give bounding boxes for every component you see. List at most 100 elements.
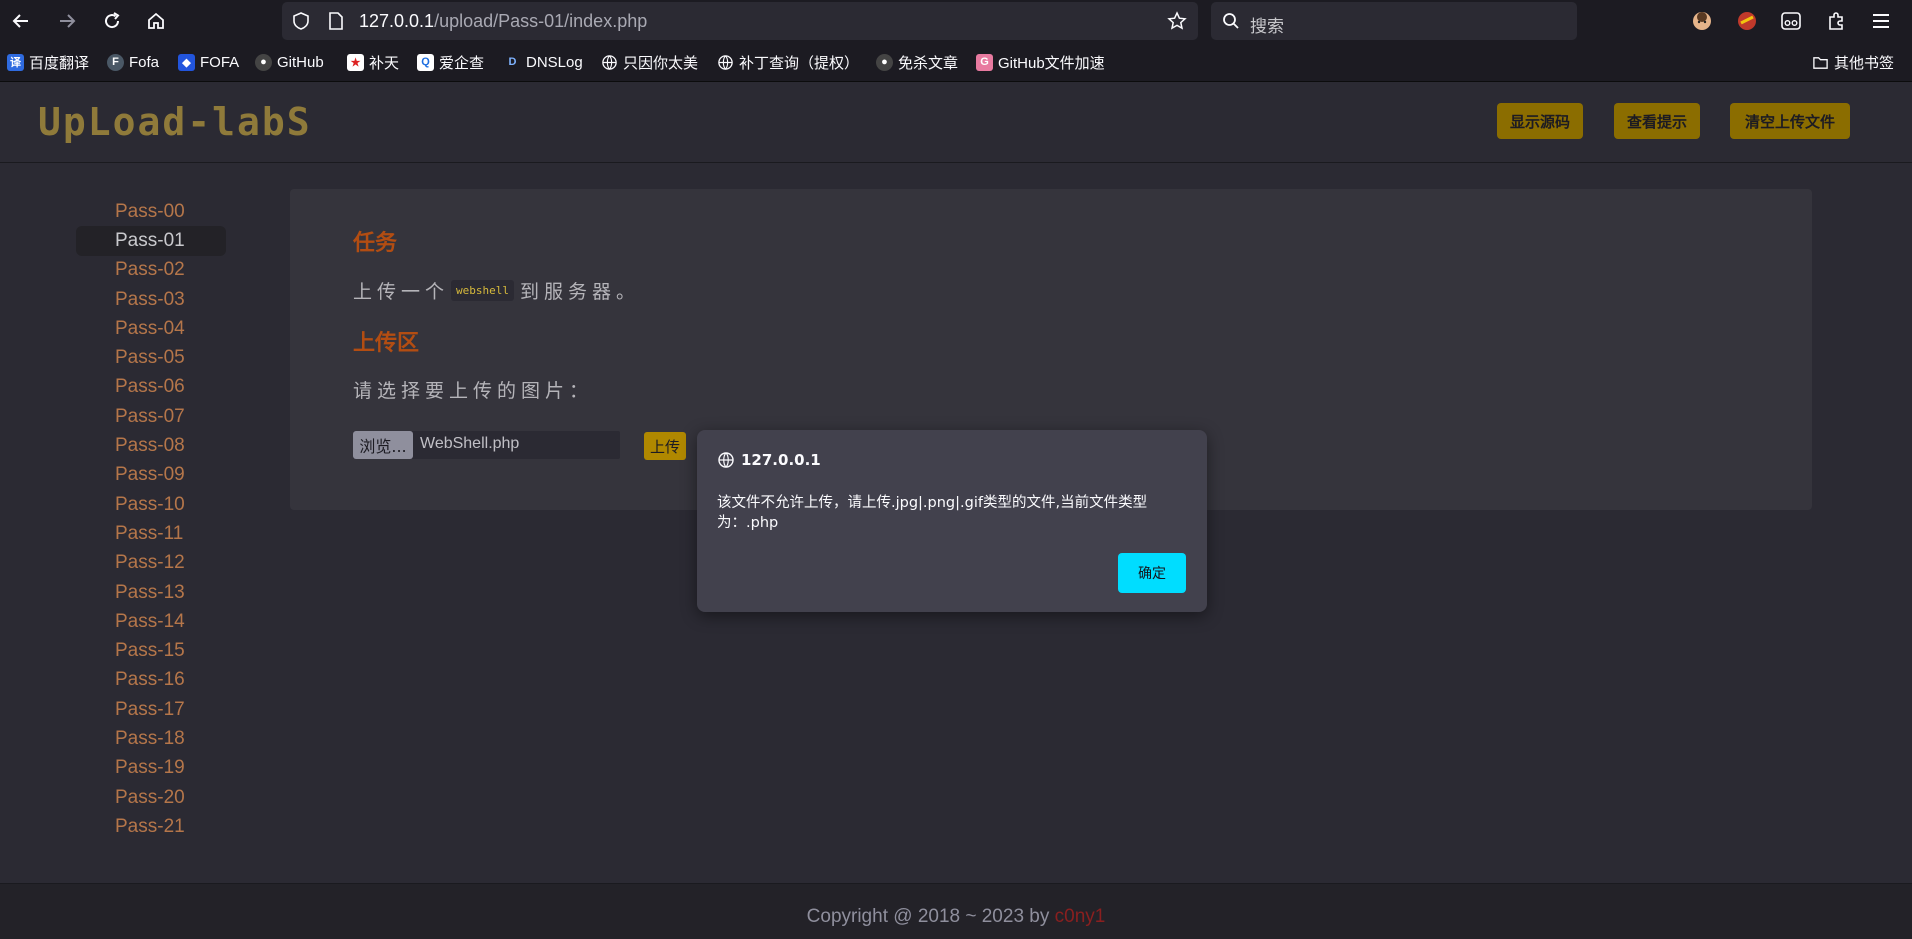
clear-uploads-button[interactable]: 清空上传文件 (1730, 103, 1850, 139)
url-host: 127.0.0.1 (359, 11, 435, 31)
sidebar-item-pass-14[interactable]: Pass-14 (76, 607, 226, 636)
task-description: 上传一个 webshell 到服务器。 (353, 277, 640, 304)
sidebar-item-pass-05[interactable]: Pass-05 (76, 343, 226, 372)
search-icon (1223, 13, 1239, 29)
globe-icon (602, 54, 617, 70)
bookmark-label: GitHub (277, 53, 324, 71)
bookmark-star-icon[interactable] (1167, 11, 1187, 31)
selected-file-name: WebShell.php (420, 435, 520, 452)
page-header: UpLoad-labS 显示源码 查看提示 清空上传文件 (0, 82, 1912, 163)
bookmark-label: 免杀文章 (898, 54, 959, 72)
extension-avatar-2[interactable] (1734, 8, 1760, 34)
author-link[interactable]: c0ny1 (1055, 906, 1106, 927)
dnslog-icon: D (508, 56, 517, 68)
bookmark-github[interactable]: ● GitHub (255, 51, 324, 73)
fofa-icon: F (107, 53, 124, 71)
sidebar-item-pass-03[interactable]: Pass-03 (76, 285, 226, 314)
sidebar-item-pass-19[interactable]: Pass-19 (76, 754, 226, 783)
sidebar-item-pass-15[interactable]: Pass-15 (76, 636, 226, 665)
aiqicha-icon: Q (417, 53, 434, 71)
sidebar-item-pass-06[interactable]: Pass-06 (76, 373, 226, 402)
file-input[interactable]: 浏览... WebShell.php (353, 431, 620, 459)
show-source-button[interactable]: 显示源码 (1497, 103, 1583, 139)
hamburger-menu-icon (1873, 14, 1889, 28)
pass-sidebar: Pass-00 Pass-01 Pass-02 Pass-03 Pass-04 … (76, 197, 226, 842)
sidebar-item-pass-18[interactable]: Pass-18 (76, 724, 226, 753)
bookmark-butian[interactable]: ★ 补天 (347, 51, 399, 73)
globe-icon (718, 54, 733, 70)
sidebar-item-pass-04[interactable]: Pass-04 (76, 314, 226, 343)
bookmark-mianshafa[interactable]: ● 免杀文章 (876, 51, 958, 73)
sidebar-item-pass-02[interactable]: Pass-02 (76, 256, 226, 285)
forward-button[interactable] (50, 4, 84, 38)
sidebar-item-pass-20[interactable]: Pass-20 (76, 783, 226, 812)
bookmark-dnslog[interactable]: D DNSLog (504, 51, 583, 73)
globe-icon (718, 452, 734, 468)
page-footer: Copyright @ 2018 ~ 2023 by c0ny1 (0, 883, 1912, 939)
reader-extension[interactable] (1778, 8, 1804, 34)
sidebar-item-pass-10[interactable]: Pass-10 (76, 490, 226, 519)
bookmark-patch-query[interactable]: 补丁查询（提权） (717, 51, 859, 73)
other-bookmarks-folder[interactable]: 其他书签 (1812, 51, 1894, 73)
bookmark-label: 百度翻译 (29, 54, 90, 72)
bookmark-baidu-translate[interactable]: 译百度翻译 (7, 51, 89, 73)
sidebar-item-pass-07[interactable]: Pass-07 (76, 402, 226, 431)
bookmark-aiqicha[interactable]: Q 爱企查 (417, 51, 484, 73)
home-button[interactable] (139, 4, 173, 38)
menu-button[interactable] (1868, 8, 1894, 34)
folder-icon (1813, 56, 1828, 69)
bookmark-label: 补丁查询（提权） (739, 54, 860, 72)
bookmark-fofa-lower[interactable]: F Fofa (107, 51, 159, 73)
extensions-button[interactable] (1823, 8, 1849, 34)
url-text[interactable]: 127.0.0.1/upload/Pass-01/index.php (359, 11, 647, 32)
task-text-before: 上传一个 (353, 281, 450, 303)
sidebar-item-pass-17[interactable]: Pass-17 (76, 695, 226, 724)
home-icon (148, 12, 164, 29)
puzzle-icon (1829, 12, 1843, 30)
back-arrow-icon (12, 14, 28, 28)
url-bar[interactable]: 127.0.0.1/upload/Pass-01/index.php (282, 2, 1198, 40)
bookmarks-bar: 译百度翻译 F Fofa ◆ FOFA ● GitHub ★ 补天 Q 爱企查 D DNSL… (0, 43, 1912, 82)
upload-prompt: 请选择要上传的图片： (353, 380, 594, 402)
browse-button[interactable]: 浏览... (353, 431, 413, 459)
extension-mascot-icon (1738, 12, 1756, 30)
task-title: 任务 (353, 231, 398, 256)
url-path: /upload/Pass-01/index.php (434, 11, 648, 31)
upload-button[interactable]: 上传 (644, 432, 686, 460)
search-input[interactable]: 搜索 (1211, 2, 1577, 40)
bookmark-fofa-upper[interactable]: ◆ FOFA (178, 51, 239, 73)
webshell-code: webshell (451, 280, 514, 301)
sidebar-item-pass-16[interactable]: Pass-16 (76, 666, 226, 695)
github-accel-icon: G (976, 53, 993, 71)
task-text-after: 到服务器。 (520, 281, 641, 303)
butian-icon: ★ (347, 53, 364, 71)
bookmark-github-accel[interactable]: G GitHub文件加速 (976, 51, 1105, 73)
search-placeholder: 搜索 (1250, 17, 1284, 37)
alert-dialog: 127.0.0.1 该文件不允许上传，请上传.jpg|.png|.gif类型的文… (697, 430, 1207, 612)
glasses-icon (1781, 12, 1801, 30)
bookmark-label: DNSLog (526, 53, 583, 71)
sidebar-item-pass-12[interactable]: Pass-12 (76, 549, 226, 578)
bookmark-label: 爱企查 (439, 54, 485, 72)
sidebar-item-pass-00[interactable]: Pass-00 (76, 197, 226, 226)
shield-icon (293, 12, 309, 30)
upload-labs-logo[interactable]: UpLoad-labS (38, 100, 312, 150)
upload-area-title: 上传区 (353, 331, 420, 356)
extension-avatar-1[interactable] (1689, 8, 1715, 34)
sidebar-item-pass-13[interactable]: Pass-13 (76, 578, 226, 607)
back-button[interactable] (4, 4, 38, 38)
reload-button[interactable] (95, 4, 129, 38)
view-hint-button[interactable]: 查看提示 (1614, 103, 1700, 139)
sidebar-item-pass-08[interactable]: Pass-08 (76, 431, 226, 460)
github-icon: ● (876, 53, 893, 71)
sidebar-item-pass-09[interactable]: Pass-09 (76, 461, 226, 490)
sidebar-item-pass-21[interactable]: Pass-21 (76, 812, 226, 841)
github-icon: ● (255, 53, 272, 71)
copyright-text: Copyright @ 2018 ~ 2023 by c0ny1 (0, 906, 1912, 928)
bookmark-zhiyin[interactable]: 只因你太美 (601, 51, 698, 73)
bookmark-label: GitHub文件加速 (998, 54, 1105, 72)
sidebar-item-pass-01[interactable]: Pass-01 (76, 226, 226, 256)
sidebar-item-pass-11[interactable]: Pass-11 (76, 519, 226, 548)
bookmark-label: 只因你太美 (623, 54, 699, 72)
dialog-ok-button[interactable]: 确定 (1118, 553, 1186, 593)
